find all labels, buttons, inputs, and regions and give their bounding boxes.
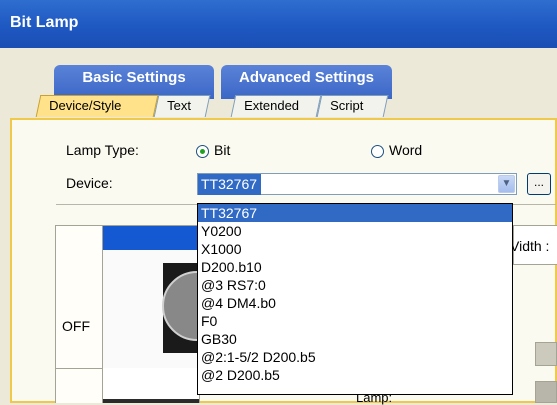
device-browse-button[interactable]: ... [527,173,551,195]
tab-label: Text [167,98,191,113]
dropdown-item[interactable]: TT32767 [198,204,512,222]
device-combobox[interactable]: TT32767 ▼ [197,173,517,195]
window-title: Bit Lamp [10,14,79,31]
side-button[interactable] [535,342,557,366]
device-dropdown-list[interactable]: TT32767 Y0200 X1000 D200.b10 @3 RS7:0 @4… [197,203,513,395]
dropdown-item[interactable]: D200.b10 [198,258,512,276]
tab-group-basic-settings[interactable]: Basic Settings [54,65,214,99]
device-value[interactable]: TT32767 [198,174,262,195]
preview-header-bar [103,226,199,250]
width-label: Vidth : [510,238,550,254]
dropdown-item[interactable]: X1000 [198,240,512,258]
state-off-label: OFF [62,318,90,334]
tab-label: Device/Style [49,98,122,113]
state-cell-on[interactable] [56,368,103,403]
width-field-box: Vidth : [510,225,557,265]
tab-group-label: Advanced Settings [238,69,375,86]
lamp-type-bit-label[interactable]: Bit [214,142,230,158]
dropdown-item[interactable]: @3 RS7:0 [198,276,512,294]
dropdown-item[interactable]: Y0200 [198,222,512,240]
side-button[interactable] [535,381,557,403]
tab-label: Script [330,98,364,113]
lamp-type-bit-radio[interactable] [196,145,209,158]
title-bar: Bit Lamp [0,0,557,48]
dropdown-item[interactable]: GB30 [198,330,512,348]
lamp-type-word-radio[interactable] [371,145,384,158]
dropdown-item[interactable]: @2:1-5/2 D200.b5 [198,348,512,366]
tab-device-style[interactable]: Device/Style [35,95,159,117]
tab-text[interactable]: Text [153,95,211,117]
tab-script[interactable]: Script [316,95,389,117]
tab-extended[interactable]: Extended [230,95,322,117]
tab-group-label: Basic Settings [82,69,186,86]
dropdown-item[interactable]: @2 D200.b5 [198,366,512,384]
dropdown-item[interactable]: @4 DM4.b0 [198,294,512,312]
tab-label: Extended [244,98,300,113]
lamp-type-label: Lamp Type: [66,142,139,158]
dropdown-item[interactable]: F0 [198,312,512,330]
device-label: Device: [66,175,113,191]
preview-row2-bar [103,399,199,403]
tab-group-advanced-settings[interactable]: Advanced Settings [221,65,392,99]
lamp-type-word-label[interactable]: Word [389,142,422,158]
chevron-down-icon[interactable]: ▼ [498,175,515,193]
state-cell-off[interactable]: OFF [56,226,103,368]
